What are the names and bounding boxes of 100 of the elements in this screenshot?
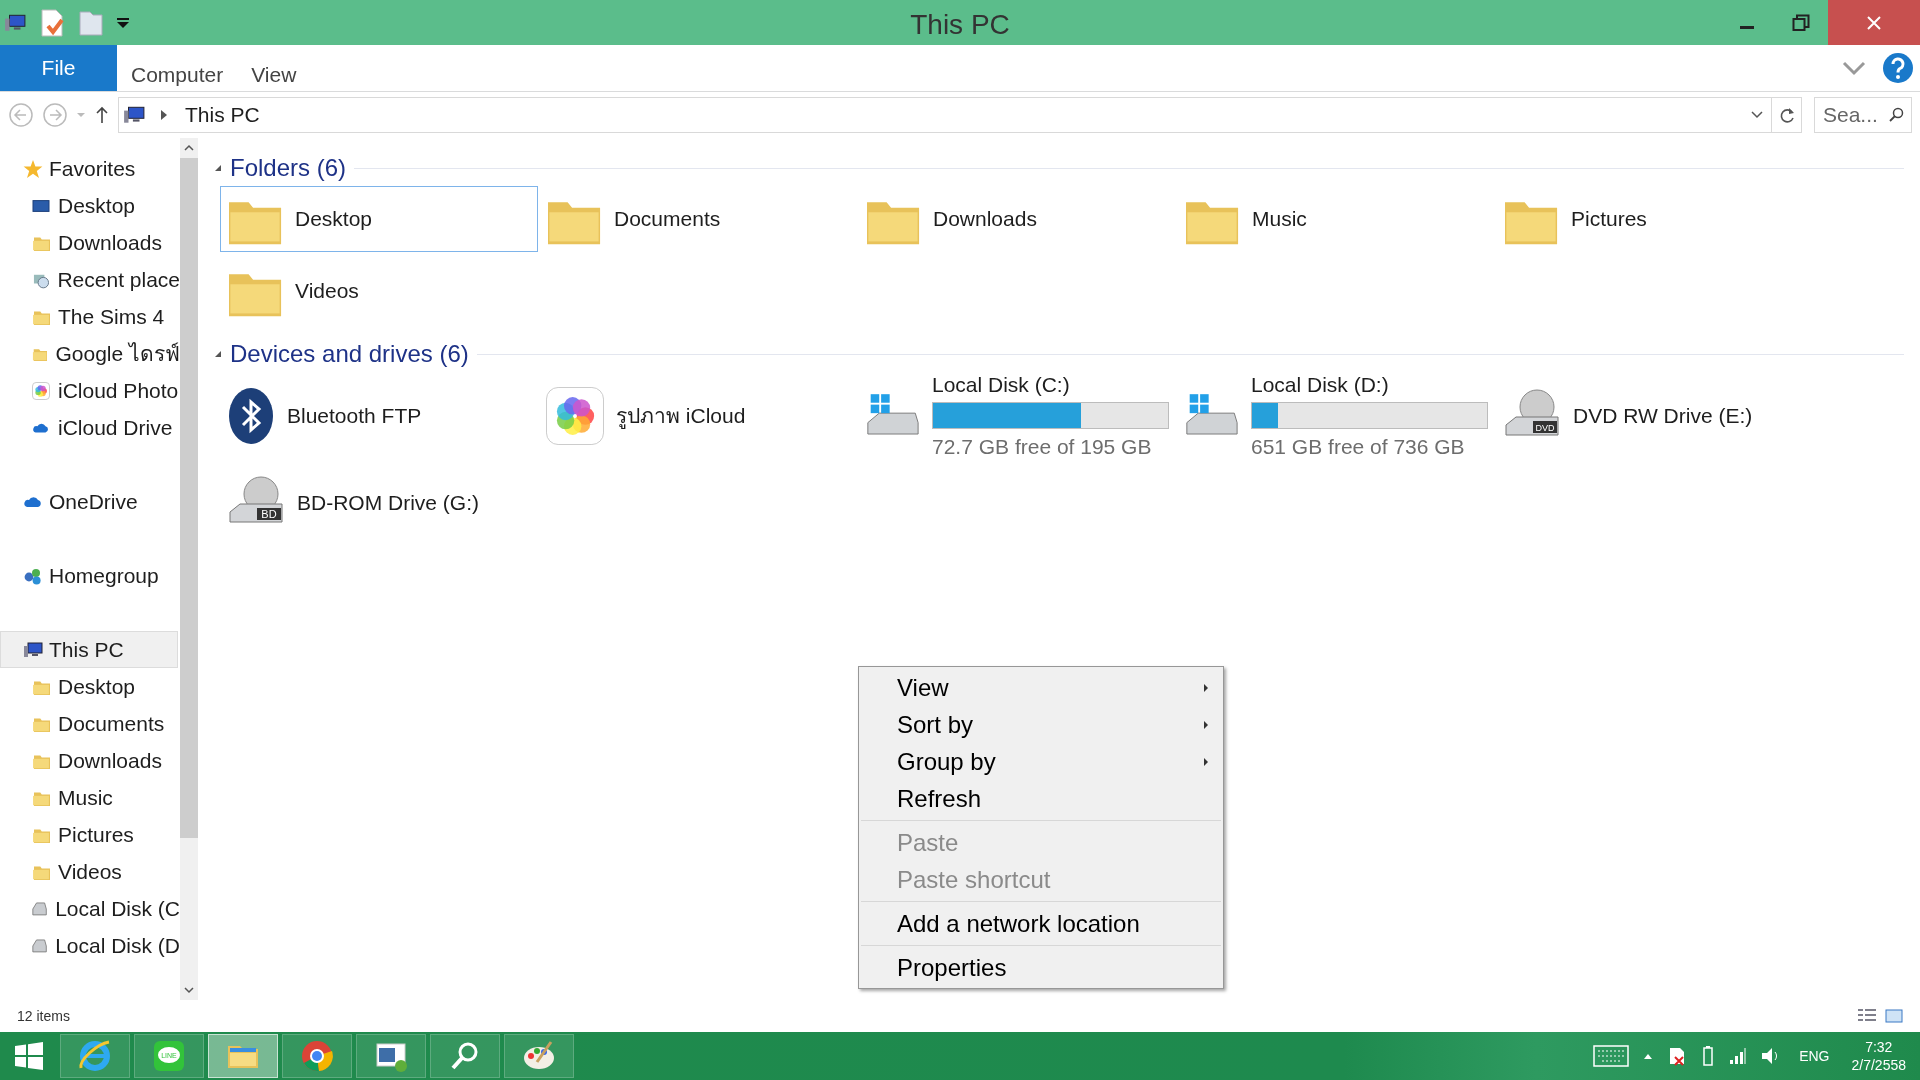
computer-icon [23, 639, 43, 660]
menu-item[interactable]: Sort by [861, 706, 1221, 743]
sidebar-label: iCloud Photo [58, 377, 179, 404]
collapse-toggle[interactable] [214, 350, 222, 358]
item-tile[interactable]: Documents [539, 186, 857, 252]
item-tile[interactable]: Pictures [1496, 186, 1814, 252]
sidebar-item[interactable]: Downloads [0, 742, 180, 779]
section-header: Folders (6) [230, 153, 347, 183]
menu-item[interactable]: Group by [861, 743, 1221, 780]
flower-icon [546, 386, 604, 445]
expand-ribbon-button[interactable] [1842, 60, 1866, 76]
menu-item[interactable]: View [861, 669, 1221, 706]
ribbon-tab[interactable]: View [237, 45, 311, 91]
back-button[interactable] [8, 102, 34, 128]
search-icon [1888, 107, 1904, 123]
collapse-toggle[interactable] [214, 164, 222, 172]
menu-item[interactable]: Properties [861, 949, 1221, 986]
free-space-text: 72.7 GB free of 195 GB [932, 434, 1153, 460]
sidebar-item[interactable]: Google ไดรฟ์ [0, 335, 180, 372]
sidebar-item[interactable]: Desktop [0, 668, 180, 705]
sidebar-label: Documents [58, 710, 165, 737]
sidebar-item[interactable]: The Sims 4 [0, 298, 180, 335]
battery-icon[interactable] [1701, 1045, 1716, 1067]
submenu-arrow-icon [1203, 682, 1209, 693]
sidebar-item[interactable]: iCloud Drive [0, 409, 180, 446]
item-tile[interactable]: Videos [220, 258, 538, 324]
language-indicator[interactable]: ENG [1799, 1045, 1830, 1067]
menu-item[interactable]: Add a network location [861, 905, 1221, 946]
sidebar-item[interactable]: Recent place [0, 261, 180, 298]
item-label: Downloads [933, 206, 1037, 233]
recent-locations-button[interactable] [76, 111, 86, 119]
item-tile[interactable]: Local Disk (D:) 651 GB free of 736 GB [1177, 372, 1495, 459]
restore-icon [1792, 13, 1810, 32]
sidebar-item[interactable]: iCloud Photo [0, 372, 180, 409]
sidebar-item[interactable]: Desktop [0, 187, 180, 224]
flower-icon [32, 381, 50, 400]
sidebar-item[interactable]: OneDrive [0, 483, 180, 520]
signal-icon[interactable] [1729, 1047, 1748, 1065]
sidebar-item[interactable]: This PC [0, 631, 178, 668]
ribbon-tab[interactable]: File [0, 45, 117, 91]
item-tile[interactable]: Music [1177, 186, 1495, 252]
dropdown-caret-icon[interactable] [116, 16, 130, 29]
item-label: Documents [614, 206, 721, 233]
sidebar-item[interactable]: Documents [0, 705, 180, 742]
taskbar-button[interactable] [504, 1034, 574, 1078]
internet-explorer-icon [77, 1038, 113, 1074]
sidebar-label: Downloads [58, 747, 162, 774]
item-label: DVD RW Drive (E:) [1573, 402, 1753, 429]
taskbar-button[interactable] [430, 1034, 500, 1078]
address-field[interactable]: This PC [118, 97, 1802, 133]
item-tile[interactable]: DVD DVD RW Drive (E:) [1496, 372, 1814, 459]
breadcrumb-text[interactable]: This PC [185, 99, 260, 131]
item-label: Music [1252, 206, 1307, 233]
item-tile[interactable]: Bluetooth FTP [220, 372, 538, 459]
sidebar-item[interactable]: Downloads [0, 224, 180, 261]
large-icons-view-icon [1885, 1008, 1903, 1024]
item-tile[interactable]: Downloads [858, 186, 1176, 252]
item-label: Local Disk (D:) [1251, 371, 1390, 398]
up-button[interactable] [94, 105, 110, 125]
ribbon-tab[interactable]: Computer [117, 45, 238, 91]
sidebar-item[interactable]: Local Disk (D [0, 927, 180, 964]
item-tile[interactable]: BD BD-ROM Drive (G:) [220, 459, 538, 546]
sidebar-item[interactable]: Music [0, 779, 180, 816]
taskbar-button[interactable] [282, 1034, 352, 1078]
search-field[interactable]: Sea... [1814, 97, 1912, 133]
show-hidden-icons-caret-icon[interactable] [1643, 1052, 1654, 1060]
sidebar-label: iCloud Drive [58, 414, 173, 441]
sidebar-item[interactable]: Local Disk (C [0, 890, 180, 927]
menu-item[interactable]: Refresh [861, 780, 1221, 821]
sidebar-item[interactable]: Pictures [0, 816, 180, 853]
sidebar-item[interactable]: Homegroup [0, 557, 180, 594]
star-icon [23, 158, 43, 179]
drive-icon [32, 936, 48, 955]
properties-icon[interactable] [38, 7, 66, 38]
sidebar-label: The Sims 4 [58, 303, 165, 330]
clock[interactable]: 7:32 2/7/2558 [1851, 1038, 1906, 1074]
caret-icon [76, 111, 86, 119]
item-count: 12 items [17, 1006, 70, 1026]
keyboard-icon[interactable] [1593, 1045, 1630, 1067]
item-tile[interactable]: Desktop [220, 186, 538, 252]
taskbar-button[interactable] [208, 1034, 278, 1078]
sidebar-item[interactable]: Videos [0, 853, 180, 890]
details-view-button[interactable] [1857, 1008, 1877, 1024]
sidebar-label: Downloads [58, 229, 162, 256]
help-button[interactable] [1882, 52, 1914, 84]
taskbar-button[interactable] [356, 1034, 426, 1078]
scrollbar[interactable] [180, 138, 198, 1000]
bluetooth-icon [227, 386, 275, 445]
caret-icon [1751, 111, 1763, 119]
chrome-icon [299, 1038, 335, 1074]
forward-button[interactable] [42, 102, 68, 128]
large-icons-view-button[interactable] [1885, 1008, 1903, 1024]
scroll-down-icon [183, 984, 195, 996]
item-tile[interactable]: Local Disk (C:) 72.7 GB free of 195 GB [858, 372, 1176, 459]
sidebar-item[interactable]: Favorites [0, 150, 180, 187]
taskbar-button[interactable] [60, 1034, 130, 1078]
sidebar-label: Pictures [58, 821, 134, 848]
sidebar-label: Desktop [58, 192, 136, 219]
item-tile[interactable]: รูปภาพ iCloud [539, 372, 857, 459]
sidebar-label: Favorites [49, 155, 136, 182]
